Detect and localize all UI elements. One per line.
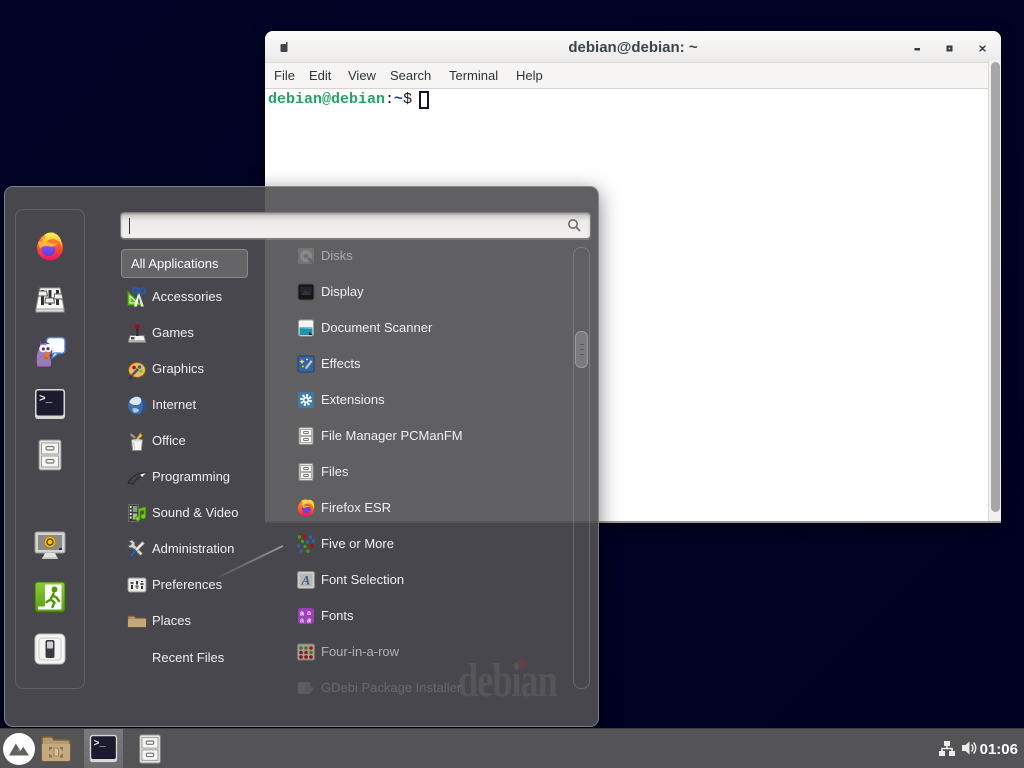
svg-text:a: a [307,616,311,625]
svg-text:>_: >_ [93,739,106,750]
svg-text:>_: >_ [39,394,53,406]
svg-text:A: A [301,573,311,588]
